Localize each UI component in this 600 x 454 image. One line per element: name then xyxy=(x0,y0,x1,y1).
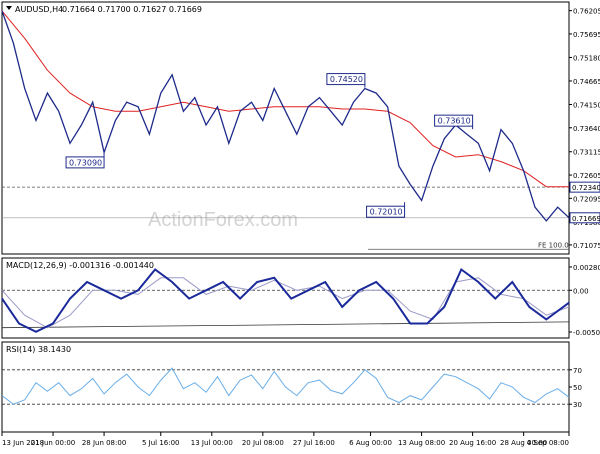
level-price-label: 0.72340 xyxy=(572,184,600,192)
time-axis-tick-label: 20 Aug 16:00 xyxy=(449,439,496,447)
fib-extension-label: FE 100.0 xyxy=(538,241,569,249)
rsi-axis-tick-label: 30 xyxy=(573,401,582,409)
time-axis-tick-label: 13 Jul 00:00 xyxy=(191,439,233,447)
time-axis: 13 Jun 201821 Jun 00:00 28 Jun 08:00 5 Jul… xyxy=(1,432,570,447)
macd-axis-tick-label: -0.005019 xyxy=(573,329,600,337)
rsi-title: RSI(14) 38.1430 xyxy=(6,345,71,354)
swing-point-label: 0.74520 xyxy=(330,75,363,84)
time-axis-tick-label: 4 Sep 08:00 xyxy=(527,439,569,447)
rsi-panel: 70 50 30 RSI(14) 38.1430 xyxy=(1,341,582,433)
price-axis-tick-label: 0.72605 xyxy=(573,172,600,180)
swing-point-label: 0.73090 xyxy=(69,158,102,167)
time-axis-tick-label: 6 Aug 00:00 xyxy=(349,439,392,447)
macd-title: MACD(12,26,9) -0.001316 -0.001440 xyxy=(6,261,154,270)
macd-axis-tick-label: 0.00 xyxy=(573,287,589,295)
symbol-label: AUDUSD,H4 xyxy=(15,5,63,14)
ohlc-values: 0.71664 0.71700 0.71627 0.71669 xyxy=(62,5,202,14)
price-axis-tick-label: 0.74665 xyxy=(573,78,600,86)
swing-point-label: 0.72010 xyxy=(370,208,403,217)
level-price-label: 0.71669 xyxy=(572,215,600,223)
macd-panel: 0.002804 0.00 -0.005019 MACD(12,26,9) -0.0… xyxy=(1,257,600,339)
watermark: ActionForex.com xyxy=(148,209,298,231)
macd-axis-tick-label: 0.002804 xyxy=(573,264,600,272)
rsi-axis-tick-label: 70 xyxy=(573,367,582,375)
price-panel: ActionForex.com 0.76205 0.75695 0.75180 0.7… xyxy=(1,1,600,255)
time-axis-tick-label: 5 Jul 16:00 xyxy=(142,439,180,447)
price-axis-tick-label: 0.75180 xyxy=(573,54,600,62)
price-axis-tick-label: 0.76205 xyxy=(573,8,600,16)
price-axis-tick-label: 0.71075 xyxy=(573,242,600,250)
price-axis-tick-label: 0.73115 xyxy=(573,149,600,157)
price-axis-tick-label: 0.74150 xyxy=(573,101,600,109)
swing-point-label: 0.73610 xyxy=(438,117,471,126)
chart-canvas: ActionForex.com 0.76205 0.75695 0.75180 0.7… xyxy=(1,1,600,447)
time-axis-tick-label: 21 Jun 00:00 xyxy=(31,439,75,447)
time-axis-tick-label: 28 Jun 08:00 xyxy=(82,439,126,447)
time-axis-tick-label: 27 Jul 16:00 xyxy=(293,439,335,447)
time-axis-tick-label: 20 Jul 08:00 xyxy=(242,439,284,447)
rsi-axis-tick-label: 50 xyxy=(573,384,582,392)
time-axis-tick-label: 13 Aug 08:00 xyxy=(398,439,445,447)
price-axis-tick-label: 0.73640 xyxy=(573,125,600,133)
price-axis-tick-label: 0.72095 xyxy=(573,195,600,203)
price-axis-tick-label: 0.75695 xyxy=(573,31,600,39)
